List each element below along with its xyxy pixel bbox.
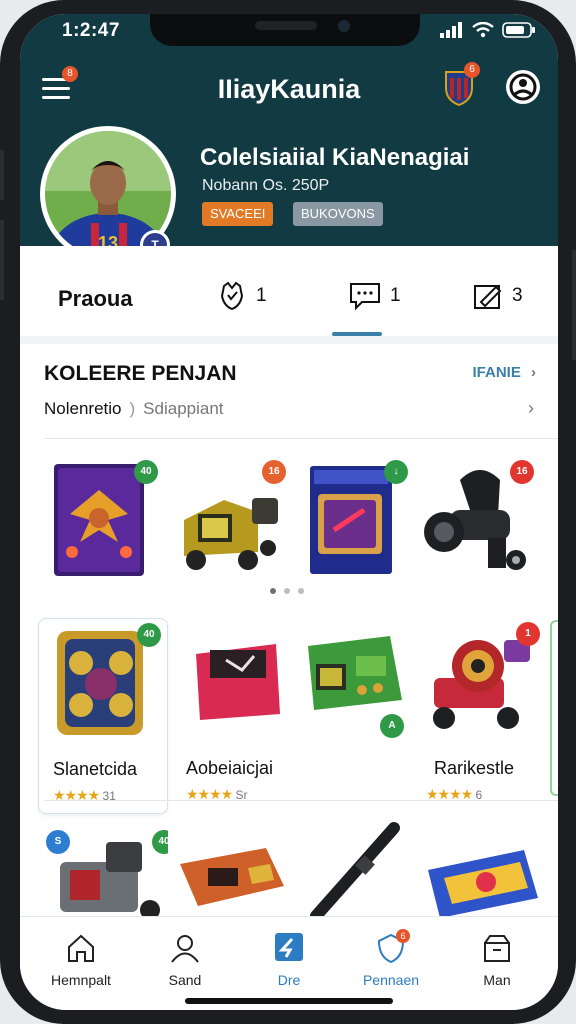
power-button (572, 250, 576, 360)
colorful-box-image (428, 850, 538, 918)
wifi-icon (472, 22, 494, 38)
stat-edits[interactable]: 3 (472, 280, 523, 312)
home-icon (68, 934, 94, 962)
chat-icon (350, 283, 380, 311)
card-name: Rarikestle (434, 758, 515, 778)
collectible-item[interactable] (424, 844, 544, 918)
product-card[interactable]: Aobeiaicjai ★★★★ Sr (172, 618, 302, 814)
tag-orange[interactable]: SVACEEI (202, 202, 274, 226)
collectible-item[interactable]: 16 (420, 460, 538, 580)
stats-bar: Praoua 1 1 3 (20, 246, 558, 338)
nav-friends[interactable]: Sand (140, 933, 230, 988)
box-icon (484, 935, 510, 962)
stat-messages-value: 1 (390, 285, 401, 306)
orange-box-image (180, 848, 284, 906)
breadcrumb-sub: Sdiappiant (143, 399, 224, 418)
carousel-dot[interactable] (284, 588, 290, 594)
nav-home-label: Hemnpalt (51, 972, 111, 988)
section-title: KOLEERE PENJAN (44, 362, 237, 385)
front-camera (338, 20, 350, 32)
breadcrumb-separator-icon: ) (129, 399, 136, 418)
stat-edits-value: 3 (512, 285, 523, 306)
nav-badge: 6 (396, 929, 410, 943)
user-meta: Nobann Os. 250P (202, 177, 330, 194)
status-time: 1:2:47 (62, 20, 120, 41)
club-crest-icon[interactable]: 6 (444, 62, 480, 107)
chevron-right-icon[interactable]: › (528, 398, 534, 419)
breadcrumb[interactable]: Nolenretio) Sdiappiant (44, 399, 224, 419)
edit-icon (474, 285, 502, 309)
item-badge: 1 (516, 622, 540, 646)
item-badge: A (380, 714, 404, 738)
collectible-item[interactable]: ↓ (304, 460, 414, 580)
home-indicator[interactable] (185, 998, 393, 1004)
collectible-item[interactable]: 16 (174, 460, 294, 580)
volume-up-button (0, 220, 4, 300)
account-icon[interactable] (504, 68, 542, 106)
phone-frame: 1:2:47 8 IIiayKaunia 6 13 T Colelsiaiial… (0, 0, 576, 1024)
person-icon (171, 935, 199, 963)
nav-active-label: Dre (277, 972, 301, 988)
card-name: Slanetcida (53, 759, 138, 779)
carousel-dot-active[interactable] (270, 588, 276, 594)
collectible-item[interactable]: 40 (50, 460, 160, 580)
speaker-grille (255, 21, 317, 30)
see-all-link[interactable]: IFANIE › (472, 364, 536, 381)
nav-shield-label: Pennaen (362, 972, 420, 988)
signal-icon (440, 22, 462, 38)
collectible-item[interactable] (302, 820, 412, 918)
battery-icon (502, 22, 535, 38)
collectible-item[interactable] (174, 834, 290, 918)
item-badge: ↓ (384, 460, 408, 484)
card-name: Aobeiaicjai (186, 758, 274, 778)
bolt-icon (275, 933, 303, 961)
breadcrumb-current: Nolenretio (44, 399, 122, 418)
stat-trophies-value: 1 (256, 285, 267, 306)
card-rating: ★★★★ 31 (53, 787, 116, 804)
profile-label: Praoua (58, 286, 133, 311)
divider (44, 800, 558, 801)
divider (44, 438, 558, 439)
profile-header: 1:2:47 8 IIiayKaunia 6 13 T Colelsiaiial… (20, 14, 558, 262)
tag-gray[interactable]: BUKOVONS (293, 202, 383, 226)
nav-home[interactable]: Hemnpalt (36, 933, 126, 988)
app-title: IIiayKaunia (217, 74, 361, 104)
screen: 1:2:47 8 IIiayKaunia 6 13 T Colelsiaiial… (20, 14, 558, 1010)
status-icons (440, 22, 536, 38)
product-card[interactable]: 40 Slanetcida ★★★★ 31 (38, 618, 168, 814)
user-name: Colelsiaiial KiaNenagiai (200, 144, 470, 171)
section-divider (20, 336, 558, 344)
item-badge: 16 (510, 460, 534, 484)
chevron-right-icon: › (531, 364, 536, 381)
sword-image (310, 822, 400, 918)
item-badge: 40 (134, 460, 158, 484)
nav-box-label: Man (483, 972, 511, 988)
carousel-dot[interactable] (298, 588, 304, 594)
trophy-icon (220, 281, 244, 311)
next-card-edge[interactable] (550, 620, 558, 796)
bottom-nav: Hemnpalt Sand Dre 6 Pennaen Man (20, 916, 558, 1010)
carousel-dots[interactable] (270, 588, 304, 594)
item-badge: 40 (137, 623, 161, 647)
mute-switch (0, 150, 4, 200)
collectible-item[interactable]: A (300, 626, 412, 738)
item-badge: S (46, 830, 70, 854)
nav-friends-label: Sand (168, 972, 202, 988)
collectible-item[interactable]: S 40 (40, 822, 168, 918)
nav-box[interactable]: Man (452, 933, 542, 988)
crest-badge: 6 (464, 62, 480, 78)
see-all-label: IFANIE (472, 364, 521, 381)
product-card[interactable]: 1 Rarikestle ★★★★ 6 (416, 618, 546, 814)
notch (150, 14, 420, 46)
nav-active[interactable]: Dre (244, 933, 334, 988)
stat-messages[interactable]: 1 (348, 280, 401, 312)
nav-shield[interactable]: 6 Pennaen (346, 929, 436, 988)
stat-trophies[interactable]: 1 (216, 280, 267, 312)
item-badge: 16 (262, 460, 286, 484)
console-box-image (196, 644, 280, 720)
